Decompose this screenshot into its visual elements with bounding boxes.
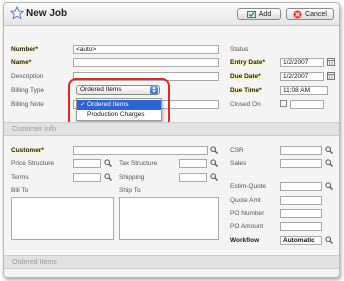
customer-label: Customer* [11, 147, 44, 154]
csr-field[interactable] [280, 146, 322, 155]
name-label: Name* [11, 59, 32, 66]
cancel-icon [293, 10, 302, 18]
add-icon [246, 10, 256, 18]
tax-structure-label: Tax Structure [119, 160, 158, 167]
magnifier-icon[interactable] [104, 159, 112, 167]
due-date-label: Due Date* [230, 73, 261, 80]
workflow-label: Workflow [230, 237, 260, 244]
magnifier-icon[interactable] [325, 159, 333, 167]
ship-to-label: Ship To [119, 187, 141, 194]
shipping-field[interactable] [179, 173, 207, 182]
magnifier-icon[interactable] [210, 159, 218, 167]
csr-label: CSR [230, 147, 244, 154]
bill-to-textarea[interactable] [11, 197, 114, 240]
number-label: Number* [11, 46, 39, 53]
price-structure-field[interactable] [73, 159, 101, 168]
closed-on-label: Closed On [230, 101, 261, 108]
estim-quote-label: Estim-Quote [230, 183, 267, 190]
ordered-items-section-header: Ordered Items [4, 255, 339, 269]
calendar-icon[interactable] [327, 58, 335, 66]
po-amount-label: PO Amount [230, 223, 264, 230]
terms-field[interactable] [73, 173, 101, 182]
magnifier-icon[interactable] [325, 182, 333, 190]
tax-structure-field[interactable] [179, 159, 207, 168]
bill-to-label: Bill To [11, 187, 29, 194]
sales-label: Sales [230, 160, 247, 167]
window-title: New Job [26, 8, 68, 19]
po-number-label: PO Number [230, 210, 265, 217]
due-date-field[interactable]: 1/2/2007 [280, 72, 324, 81]
add-button[interactable]: Add [237, 8, 281, 20]
shipping-label: Shipping [119, 174, 145, 181]
magnifier-icon[interactable] [325, 146, 333, 154]
terms-label: Terms [11, 174, 29, 181]
quote-amt-field[interactable] [280, 196, 322, 205]
calendar-icon[interactable] [327, 72, 335, 80]
new-job-window: New Job Add Cancel Number* <auto> Name* … [3, 2, 340, 278]
billing-note-label: Billing Note [11, 101, 44, 108]
star-icon [10, 6, 24, 20]
magnifier-icon[interactable] [325, 236, 333, 244]
magnifier-icon[interactable] [210, 173, 218, 181]
billing-type-label: Billing Type [11, 87, 45, 94]
customer-info-section-header: Customer Info [4, 122, 339, 136]
po-amount-field[interactable] [280, 222, 322, 231]
description-label: Description [11, 73, 44, 80]
po-number-field[interactable] [280, 209, 322, 218]
closed-on-checkbox[interactable] [280, 100, 287, 107]
entry-date-field[interactable]: 1/2/2007 [280, 58, 324, 67]
magnifier-icon[interactable] [210, 146, 218, 154]
cancel-label: Cancel [305, 10, 327, 18]
entry-date-label: Entry Date* [230, 59, 266, 66]
sales-field[interactable] [280, 159, 322, 168]
name-field[interactable] [73, 58, 219, 67]
price-structure-label: Price Structure [11, 160, 54, 167]
add-label: Add [258, 10, 272, 18]
customer-field[interactable] [73, 146, 208, 155]
workflow-field[interactable]: Automatic [280, 236, 322, 245]
status-heading: Status [230, 46, 249, 53]
quote-amt-label: Quote Amt [230, 197, 261, 204]
magnifier-icon[interactable] [104, 173, 112, 181]
estim-quote-field[interactable] [280, 182, 322, 191]
closed-on-field[interactable] [290, 100, 324, 109]
number-field[interactable]: <auto> [73, 45, 219, 54]
title-bar: New Job Add Cancel [4, 3, 339, 26]
highlight-annotation [68, 78, 170, 128]
cancel-button[interactable]: Cancel [286, 8, 334, 20]
due-time-field[interactable]: 11:08 AM [280, 86, 328, 95]
ship-to-textarea[interactable] [119, 197, 219, 240]
due-time-label: Due Time* [230, 87, 262, 94]
